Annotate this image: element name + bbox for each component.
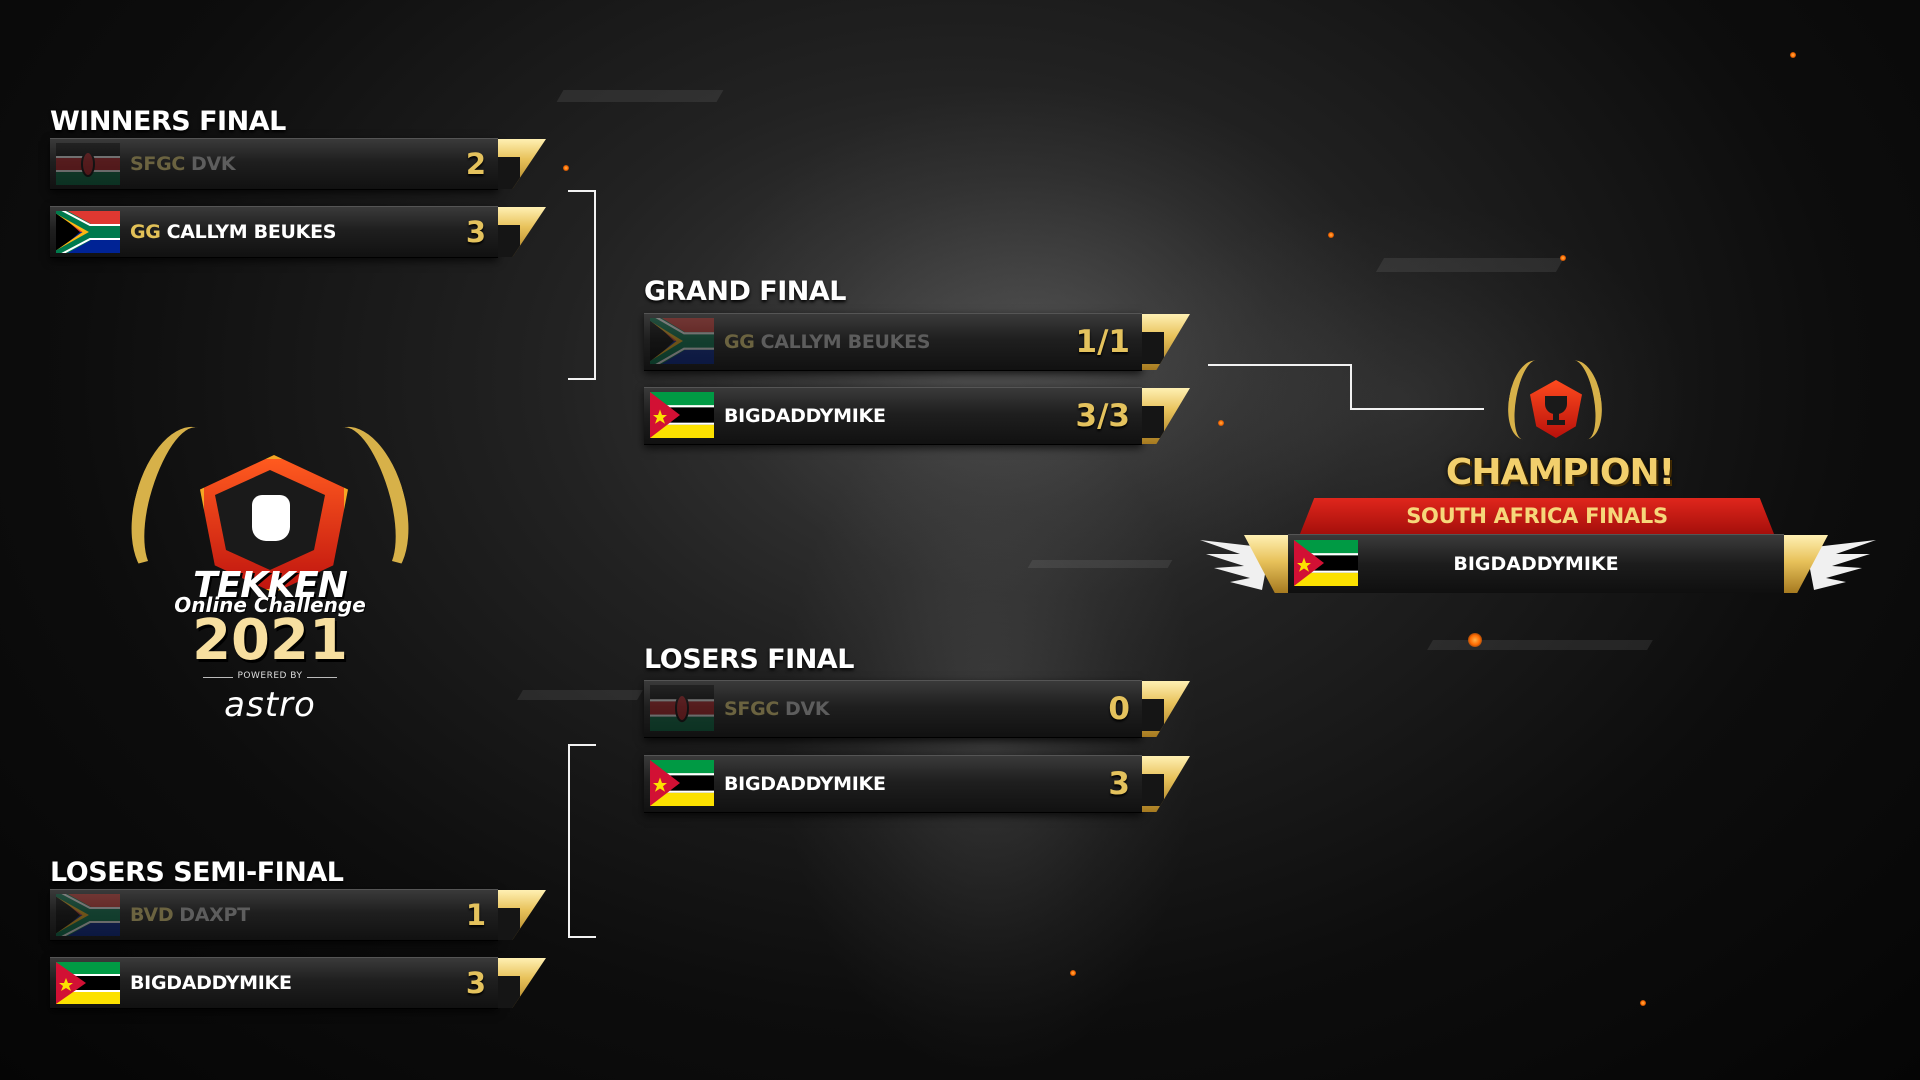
winners-final-player-2: GG CALLYM BEUKES 3	[50, 206, 546, 258]
grand-final-title: GRAND FINAL	[644, 276, 846, 307]
ember	[563, 165, 569, 171]
ember	[1640, 1000, 1646, 1006]
bracket-connector	[1350, 408, 1484, 410]
player-name: SFGC DVK	[724, 681, 830, 737]
player-handle: CALLYM BEUKES	[166, 221, 337, 243]
losers-semi-final-title: LOSERS SEMI-FINAL	[50, 857, 344, 888]
player-handle: DVK	[785, 698, 830, 720]
losers-final-title: LOSERS FINAL	[644, 644, 854, 675]
debris-shard	[556, 90, 724, 102]
player-name: BIGDADDYMIKE	[724, 388, 886, 444]
bracket-connector	[568, 744, 596, 938]
losers-final-player-1: SFGC DVK 0	[644, 680, 1190, 738]
ember	[1328, 232, 1334, 238]
sponsor-logo: astro	[224, 685, 316, 725]
south-africa-flag-icon	[650, 318, 714, 364]
debris-shard	[517, 690, 643, 700]
player-name: BIGDADDYMIKE	[724, 756, 886, 812]
player-handle: BIGDADDYMIKE	[724, 773, 886, 795]
player-team-tag: SFGC	[130, 153, 186, 175]
player-team-tag: GG	[130, 221, 161, 243]
debris-shard	[1427, 640, 1653, 650]
event-banner: SOUTH AFRICA FINALS	[1300, 498, 1774, 534]
player-score: 0	[1108, 691, 1130, 727]
losers-semi-final-player-2: BIGDADDYMIKE 3	[50, 957, 546, 1009]
winners-final-title: WINNERS FINAL	[50, 106, 286, 137]
grand-final-player-2: BIGDADDYMIKE 3/3	[644, 387, 1190, 445]
player-score: 3	[1108, 766, 1130, 802]
mozambique-flag-icon	[650, 392, 714, 438]
player-score: 3	[465, 215, 486, 249]
losers-final-player-2: BIGDADDYMIKE 3	[644, 755, 1190, 813]
player-handle: CALLYM BEUKES	[760, 331, 931, 353]
gold-accent-tab	[498, 890, 546, 940]
player-score: 3/3	[1075, 398, 1130, 434]
logo-year: 2021	[192, 608, 348, 673]
player-score: 1	[465, 898, 486, 932]
mozambique-flag-icon	[650, 760, 714, 806]
gold-accent-tab	[498, 958, 546, 1008]
south-africa-flag-icon	[56, 894, 120, 936]
player-name: GG CALLYM BEUKES	[724, 314, 930, 370]
grand-final-player-1: GG CALLYM BEUKES 1/1	[644, 313, 1190, 371]
ember	[1070, 970, 1076, 976]
fist-icon	[252, 495, 290, 541]
ember	[1468, 633, 1482, 647]
winners-final-player-1: SFGC DVK 2	[50, 138, 546, 190]
ember	[1790, 52, 1796, 58]
cup-icon	[1545, 396, 1567, 414]
bracket-connector	[568, 190, 596, 380]
event-name: SOUTH AFRICA FINALS	[1406, 504, 1668, 528]
ember	[1560, 255, 1566, 261]
player-name: BIGDADDYMIKE	[130, 958, 292, 1008]
trophy-icon	[1502, 350, 1608, 460]
kenya-flag-icon	[56, 143, 120, 185]
player-handle: BIGDADDYMIKE	[724, 405, 886, 427]
losers-semi-final-player-1: BVD DAXPT 1	[50, 889, 546, 941]
ember	[1218, 420, 1224, 426]
champion-name: BIGDADDYMIKE	[1453, 553, 1619, 575]
player-name: SFGC DVK	[130, 139, 236, 189]
gold-accent-tab	[498, 139, 546, 189]
south-africa-flag-icon	[56, 211, 120, 253]
bracket-connector	[1208, 364, 1352, 410]
player-team-tag: SFGC	[724, 698, 780, 720]
kenya-flag-icon	[650, 685, 714, 731]
player-score: 2	[465, 147, 486, 181]
champion-heading: CHAMPION!	[1445, 452, 1675, 493]
player-score: 3	[465, 966, 486, 1000]
mozambique-flag-icon	[1294, 540, 1358, 586]
player-name: BVD DAXPT	[130, 890, 250, 940]
mozambique-flag-icon	[56, 962, 120, 1004]
player-team-tag: GG	[724, 331, 755, 353]
powered-by-label: POWERED BY	[237, 671, 303, 681]
player-team-tag: BVD	[130, 904, 174, 926]
gold-accent-tab	[498, 207, 546, 257]
tournament-logo: TEKKEN Online Challenge 2021 POWERED BY …	[115, 415, 425, 725]
champion-player-bar: BIGDADDYMIKE	[1244, 534, 1828, 593]
player-handle: DVK	[191, 153, 236, 175]
player-handle: DAXPT	[179, 904, 250, 926]
debris-shard	[1375, 258, 1565, 272]
player-name: GG CALLYM BEUKES	[130, 207, 336, 257]
cup-base	[1547, 420, 1565, 425]
player-handle: BIGDADDYMIKE	[130, 972, 292, 994]
divider	[307, 677, 337, 678]
debris-shard	[1027, 560, 1173, 568]
player-score: 1/1	[1075, 324, 1130, 360]
